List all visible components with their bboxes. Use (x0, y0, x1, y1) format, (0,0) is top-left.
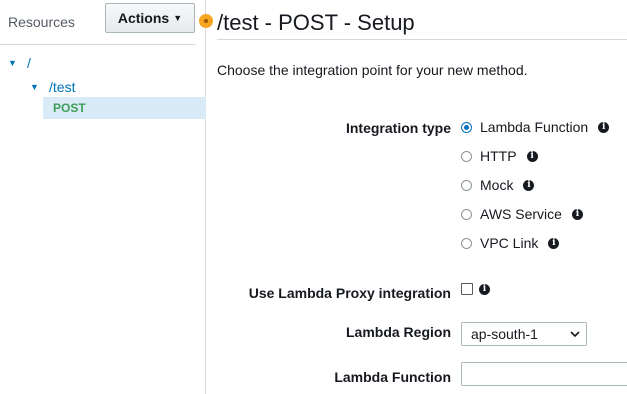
radio-label[interactable]: AWS Service (480, 206, 562, 222)
radio-lambda-function[interactable]: Lambda Function i (461, 118, 610, 136)
triangle-down-icon[interactable]: ▼ (30, 82, 40, 92)
method-setup-panel: /test - POST - Setup Choose the integrat… (199, 0, 627, 394)
integration-type-label: Integration type (345, 120, 451, 136)
actions-button[interactable]: Actions ▼ (105, 3, 195, 33)
tree-item-label[interactable]: / (27, 55, 31, 71)
lambda-region-select[interactable]: ap-south-1 (461, 322, 587, 346)
caret-down-icon: ▼ (173, 12, 183, 23)
info-icon[interactable]: i (548, 237, 560, 249)
divider (217, 39, 627, 40)
method-label[interactable]: POST (53, 101, 86, 115)
proxy-integration-label: Use Lambda Proxy integration (248, 285, 451, 301)
info-icon[interactable]: i (571, 208, 583, 220)
radio-button[interactable] (461, 121, 472, 133)
actions-label: Actions (117, 10, 170, 26)
lambda-region-label: Lambda Region (345, 324, 451, 340)
resources-sidebar: Resources Actions ▼ ▼ / ▼ /test POST (0, 0, 206, 394)
radio-button[interactable] (461, 150, 472, 162)
radio-http[interactable]: HTTP i (461, 147, 538, 165)
triangle-down-icon[interactable]: ▼ (8, 58, 18, 68)
api-gateway-console: Resources Actions ▼ ▼ / ▼ /test POST /te… (0, 0, 627, 394)
radio-aws-service[interactable]: AWS Service i (461, 205, 583, 223)
radio-label[interactable]: Mock (480, 177, 513, 193)
tree-item-label[interactable]: /test (49, 79, 75, 95)
status-dot-icon (199, 14, 213, 28)
info-icon[interactable]: i (598, 121, 610, 133)
info-icon[interactable]: i (479, 284, 490, 295)
radio-mock[interactable]: Mock i (461, 176, 535, 194)
tree-item-test[interactable]: ▼ /test (30, 77, 75, 97)
radio-label[interactable]: VPC Link (480, 235, 538, 251)
radio-vpc-link[interactable]: VPC Link i (461, 234, 560, 252)
lambda-function-label: Lambda Function (334, 369, 451, 385)
intro-text: Choose the integration point for your ne… (217, 62, 528, 78)
page-title: /test - POST - Setup (217, 10, 415, 35)
tree-item-post-method[interactable]: POST (43, 97, 206, 119)
chevron-down-icon[interactable] (570, 329, 580, 339)
radio-button[interactable] (461, 237, 472, 249)
lambda-function-input[interactable] (461, 362, 627, 386)
radio-button[interactable] (461, 208, 472, 220)
select-value[interactable]: ap-south-1 (471, 326, 538, 342)
info-icon[interactable]: i (526, 150, 538, 162)
info-icon[interactable]: i (523, 179, 535, 191)
radio-label[interactable]: HTTP (480, 148, 517, 164)
resources-title: Resources (8, 14, 75, 30)
proxy-integration-checkbox[interactable] (461, 283, 473, 295)
radio-label[interactable]: Lambda Function (480, 119, 588, 135)
sidebar-header: Resources Actions ▼ (0, 0, 196, 45)
tree-item-root[interactable]: ▼ / (8, 53, 31, 73)
radio-button[interactable] (461, 179, 472, 191)
